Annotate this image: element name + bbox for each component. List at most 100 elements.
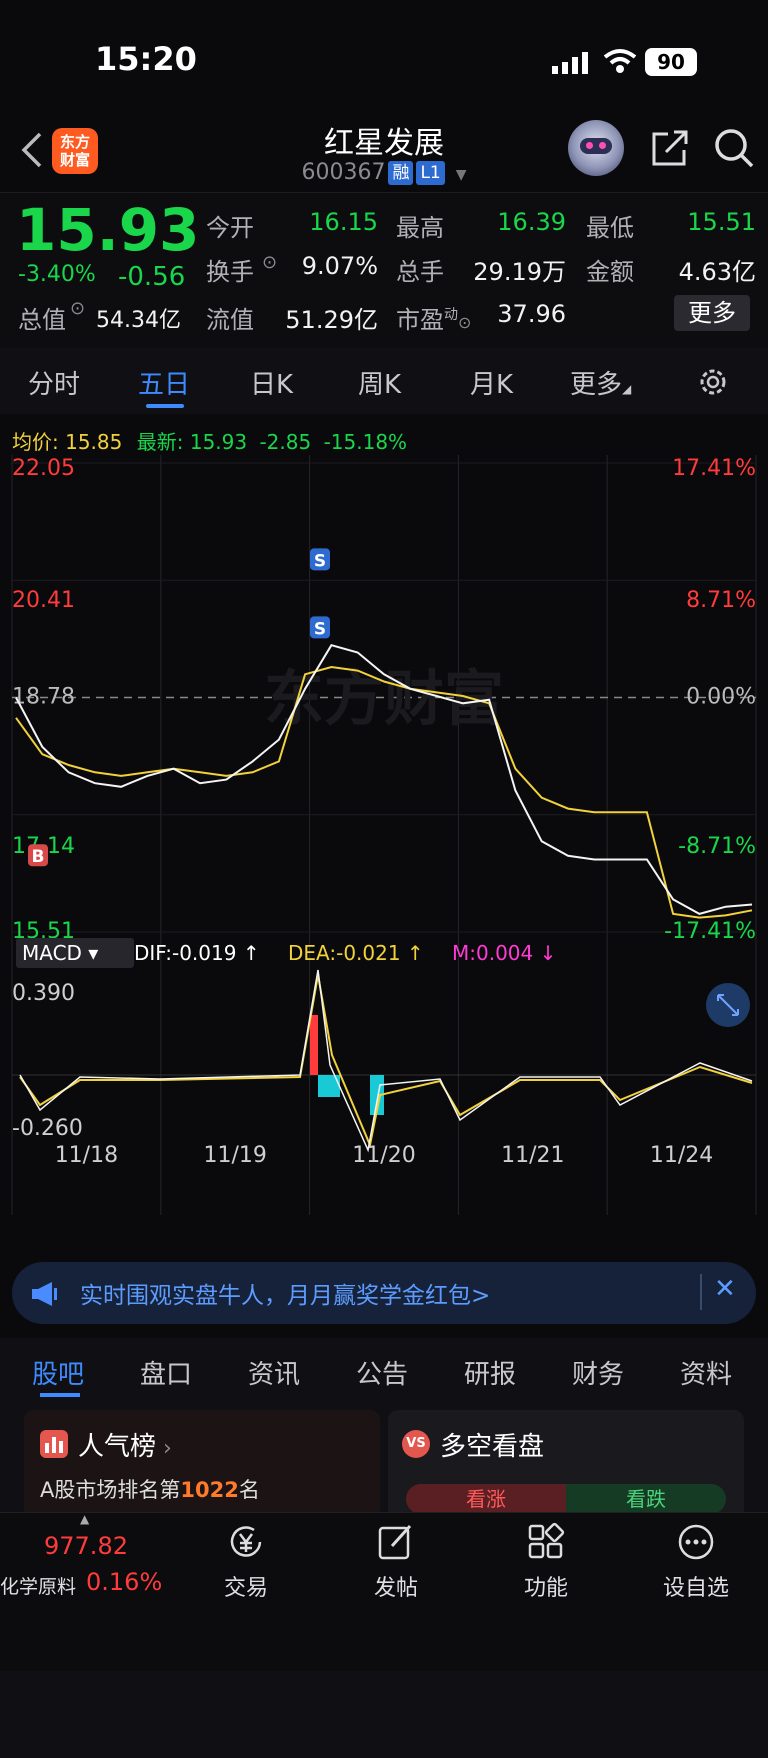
bull-button[interactable]: 看涨 [406,1484,566,1514]
trade-icon[interactable] [226,1522,266,1562]
corner-caret-icon: ◢ [622,382,632,396]
macd-dea-line [19,974,753,1149]
current-price: 15.93 [16,196,200,264]
share-icon[interactable] [648,126,692,170]
ai-robot-avatar[interactable] [568,120,624,176]
info-icon[interactable]: ⊙ [70,298,85,319]
tab-order-book[interactable]: 盘口 [140,1354,192,1391]
float-value: 51.29亿 [285,306,378,334]
macd-header-text: M:0.004 ↓ [452,941,556,965]
info-icon[interactable]: ⊙ [458,313,471,332]
index-name[interactable]: 化学原料 [0,1572,76,1599]
avg-label: 均价: [12,430,59,454]
tab-finance[interactable]: 财务 [572,1354,624,1391]
index-pct[interactable]: 0.16% [86,1568,162,1596]
macd-bar [310,1015,318,1075]
caret-up-icon: ▲ [80,1512,90,1526]
trade-marker-label: S [314,619,326,639]
change-percent: -3.40% [18,262,96,287]
tab-intraday[interactable]: 分时 [28,364,80,401]
more-button[interactable]: 更多 [674,295,750,331]
close-icon[interactable]: ✕ [714,1274,736,1304]
low-label: 最低 [586,214,634,242]
avg-info-row: 均价: 15.85 最新: 15.93 -2.85 -15.18% [12,426,407,455]
rank-number: 1022 [180,1478,239,1502]
popularity-rank-line: A股市场排名第1022名 [40,1474,260,1504]
turnover-value: 9.07% [301,252,378,280]
macd-header-text: DIF:-0.019 ↑ [134,941,260,965]
tab-announcements[interactable]: 公告 [356,1354,408,1391]
banner-divider [700,1274,702,1310]
x-axis-label: 11/20 [352,1143,415,1168]
dropdown-caret-icon: ▼ [455,167,467,183]
macd-axis-top: 0.390 [12,981,75,1006]
megaphone-icon [32,1282,57,1306]
avg-value: 15.85 [65,430,123,454]
float-label: 流值 [206,306,254,334]
chevron-right-icon: › [156,1436,172,1461]
pe-label-text: 市盈 [396,306,444,334]
ranking-icon [40,1430,68,1458]
nav-post[interactable]: 发帖 [346,1570,446,1602]
tab-weekly-k[interactable]: 周K [358,364,401,401]
active-tab-indicator [146,404,184,408]
macd-header-text: DEA:-0.021 ↑ [288,941,424,965]
latest-label: 最新: [136,430,184,454]
diff-pct-value: -15.18% [323,430,408,454]
tab-research[interactable]: 研报 [464,1354,516,1391]
battery-indicator: 90 [645,48,697,76]
high-value: 16.39 [497,208,566,236]
bull-bear-card[interactable]: VS 多空看盘 看涨 看跌 [388,1410,744,1520]
x-axis-label: 11/19 [203,1143,266,1168]
tab-more[interactable]: 更多◢ [570,364,631,401]
rank-suffix: 名 [238,1478,260,1502]
price-axis-label: 22.05 [12,456,75,481]
nav-functions[interactable]: 功能 [496,1570,596,1602]
volume-value: 29.19万 [473,258,566,286]
tab-profile[interactable]: 资料 [680,1354,732,1391]
pe-dynamic-sup: 动 [444,307,458,323]
vs-icon: VS [402,1430,430,1458]
tab-monthly-k[interactable]: 月K [470,364,513,401]
mktcap-value: 54.34亿 [96,308,181,333]
bull-bear-title: 多空看盘 [440,1432,545,1462]
tab-more-label: 更多 [570,370,623,400]
popularity-card[interactable]: 人气榜 › A股市场排名第1022名 [24,1410,380,1520]
amount-value: 4.63亿 [678,258,756,286]
search-icon[interactable] [712,126,756,170]
pct-axis-label: 8.71% [686,588,756,613]
tab-forum[interactable]: 股吧 [32,1354,84,1391]
macd-dif-line [19,969,753,1153]
x-axis-label: 11/24 [650,1143,713,1168]
popularity-title: 人气榜 › [78,1426,172,1463]
high-label: 最高 [396,214,444,242]
open-value: 16.15 [309,208,378,236]
nav-trade[interactable]: 交易 [196,1570,296,1602]
index-value[interactable]: 977.82 [44,1532,128,1560]
tab-five-day[interactable]: 五日 [138,364,190,401]
rank-prefix: A股市场排名第 [40,1478,181,1502]
x-axis-label: 11/18 [55,1143,118,1168]
pct-axis-label: 0.00% [686,685,756,710]
compose-icon[interactable] [376,1522,416,1562]
price-axis-label: 20.41 [12,588,75,613]
open-label: 今开 [206,214,254,242]
pct-axis-label: -17.41% [664,919,756,944]
stock-code: 600367 [301,160,386,185]
pct-axis-label: -8.71% [678,834,756,859]
macd-axis-bottom: -0.260 [12,1116,83,1141]
grid-functions-icon[interactable] [526,1522,566,1562]
change-amount: -0.56 [118,262,186,292]
nav-add-watchlist[interactable]: 设自选 [646,1570,746,1602]
bear-button[interactable]: 看跌 [566,1484,726,1514]
more-dots-icon[interactable] [676,1522,716,1562]
five-day-chart[interactable]: 东方财富22.0520.4118.7817.1415.5117.41%8.71%… [0,455,768,1225]
gear-icon[interactable] [697,366,729,398]
amount-label: 金额 [586,258,634,286]
wifi-icon [603,49,637,73]
level-tag: L1 [416,161,445,185]
tab-news[interactable]: 资讯 [248,1354,300,1391]
tab-daily-k[interactable]: 日K [250,364,293,401]
banner-text[interactable]: 实时围观实盘牛人，月月赢奖学金红包> [80,1276,490,1310]
turnover-label: 换手 [206,258,254,286]
